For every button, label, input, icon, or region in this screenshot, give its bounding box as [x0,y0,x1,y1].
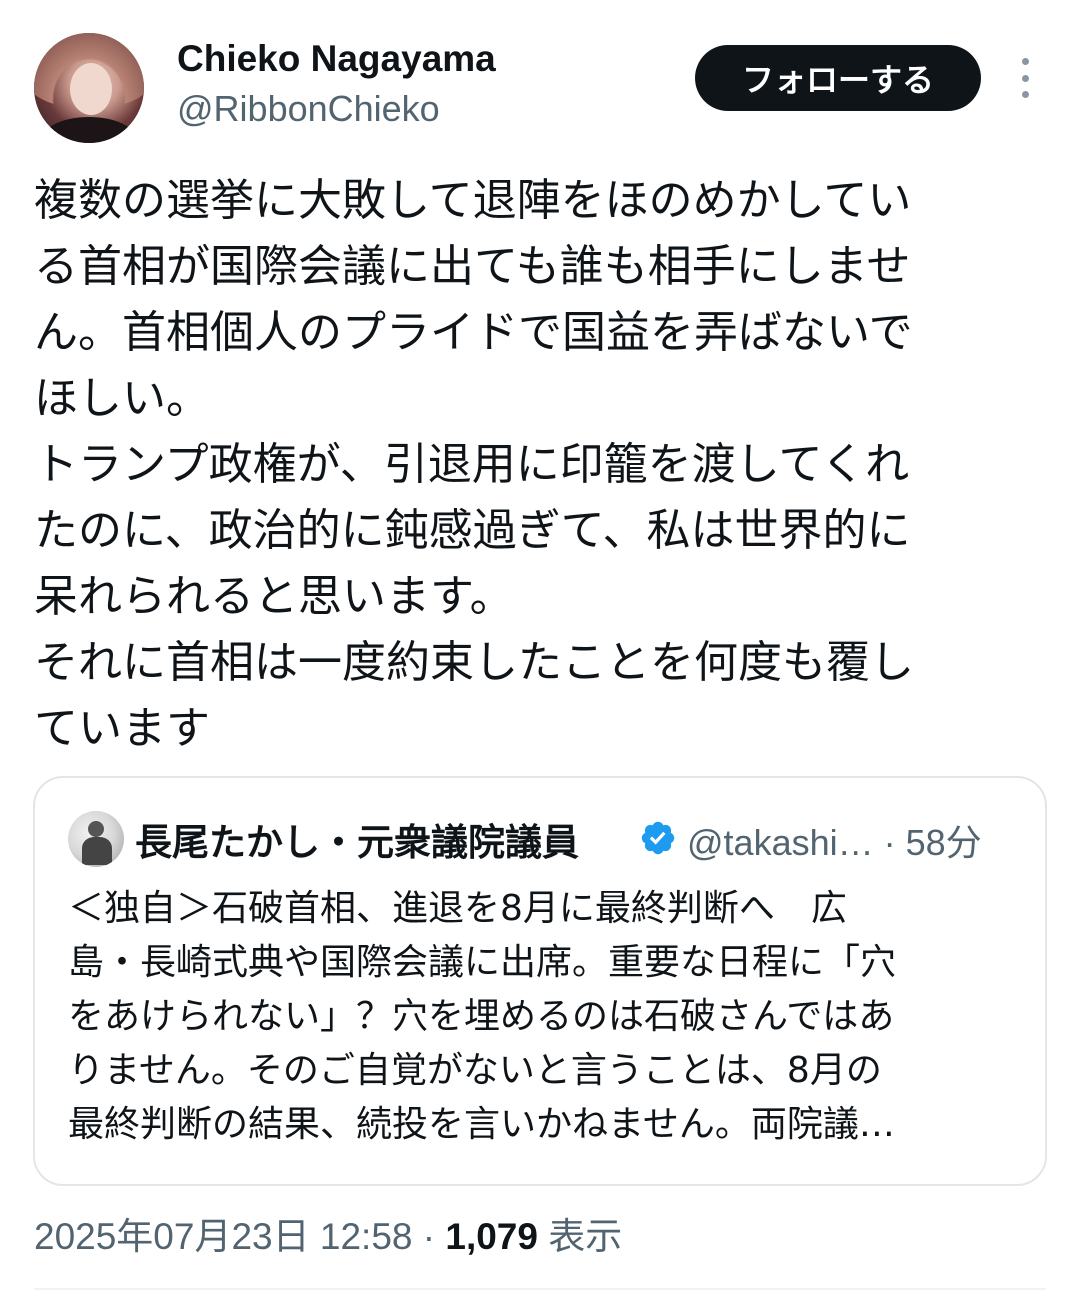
views-count: 1,079 [445,1216,538,1257]
quoted-author-handle-time[interactable]: @takashi… · 58分 [687,814,982,866]
tweet-text-line: たのに、政治的に鈍感過ぎて、私は世界的に [34,505,911,556]
tweet-text-line: それに首相は一度約束したことを何度も覆し [34,637,914,688]
quoted-text-line: をあけられない」？穴を埋めるのは石破さんではあ [68,996,895,1037]
tweet-text-line: ほしい。 [34,373,210,424]
tweet-text-line: 呆れられると思います。 [34,571,514,622]
tweet-detail: Chieko Nagayama @RibbonChieko フォローする 複数の… [0,0,1080,1305]
quoted-tweet-card[interactable]: 長尾たかし・元衆議院議員 @takashi… · 58分 ＜独自＞石破首相、進退… [33,776,1047,1186]
tweet-text-line: 複数の選挙に大敗して退陣をほのめかしてい [34,175,912,226]
tweet-text-line: トランプ政権が、引退用に印籠を渡してくれ [34,439,910,490]
tweet-meta: 2025年07月23日 12:58 · 1,079 表示 [34,1206,622,1260]
quoted-author-avatar[interactable] [68,811,124,867]
quoted-text-line: ＜独自＞石破首相、進退を8月に最終判断へ 広 [68,888,847,929]
more-vertical-icon[interactable] [1012,58,1038,98]
follow-button[interactable]: フォローする [695,45,981,111]
tweet-text-line: る首相が国際会議に出ても誰も相手にしませ [34,241,911,292]
divider [34,1288,1046,1290]
quoted-tweet-text: ＜独自＞石破首相、進退を8月に最終判断へ 広 島・長崎式典や国際会議に出席。重要… [68,882,1018,1152]
author-display-name[interactable]: Chieko Nagayama [177,38,496,80]
timestamp[interactable]: 2025年07月23日 12:58 · [34,1216,445,1257]
tweet-text-line: ん。首相個人のプライドで国益を弄ばないで [34,307,913,358]
views-label: 表示 [537,1216,623,1257]
quoted-text-line: 最終判断の結果、続投を言いかねません。両院議… [68,1104,895,1145]
quoted-text-line: りません。そのご自覚がないと言うことは、8月の [68,1050,882,1091]
tweet-text: 複数の選挙に大敗して退陣をほのめかしてい る首相が国際会議に出ても誰も相手にしま… [34,168,1046,762]
quoted-text-line: 島・長崎式典や国際会議に出席。重要な日程に「穴 [68,942,897,983]
author-handle[interactable]: @RibbonChieko [177,88,440,130]
quoted-author-name[interactable]: 長尾たかし・元衆議院議員 [135,812,579,866]
verified-badge-icon [641,821,675,855]
tweet-text-line: ています [34,703,210,754]
author-avatar[interactable] [34,33,144,143]
